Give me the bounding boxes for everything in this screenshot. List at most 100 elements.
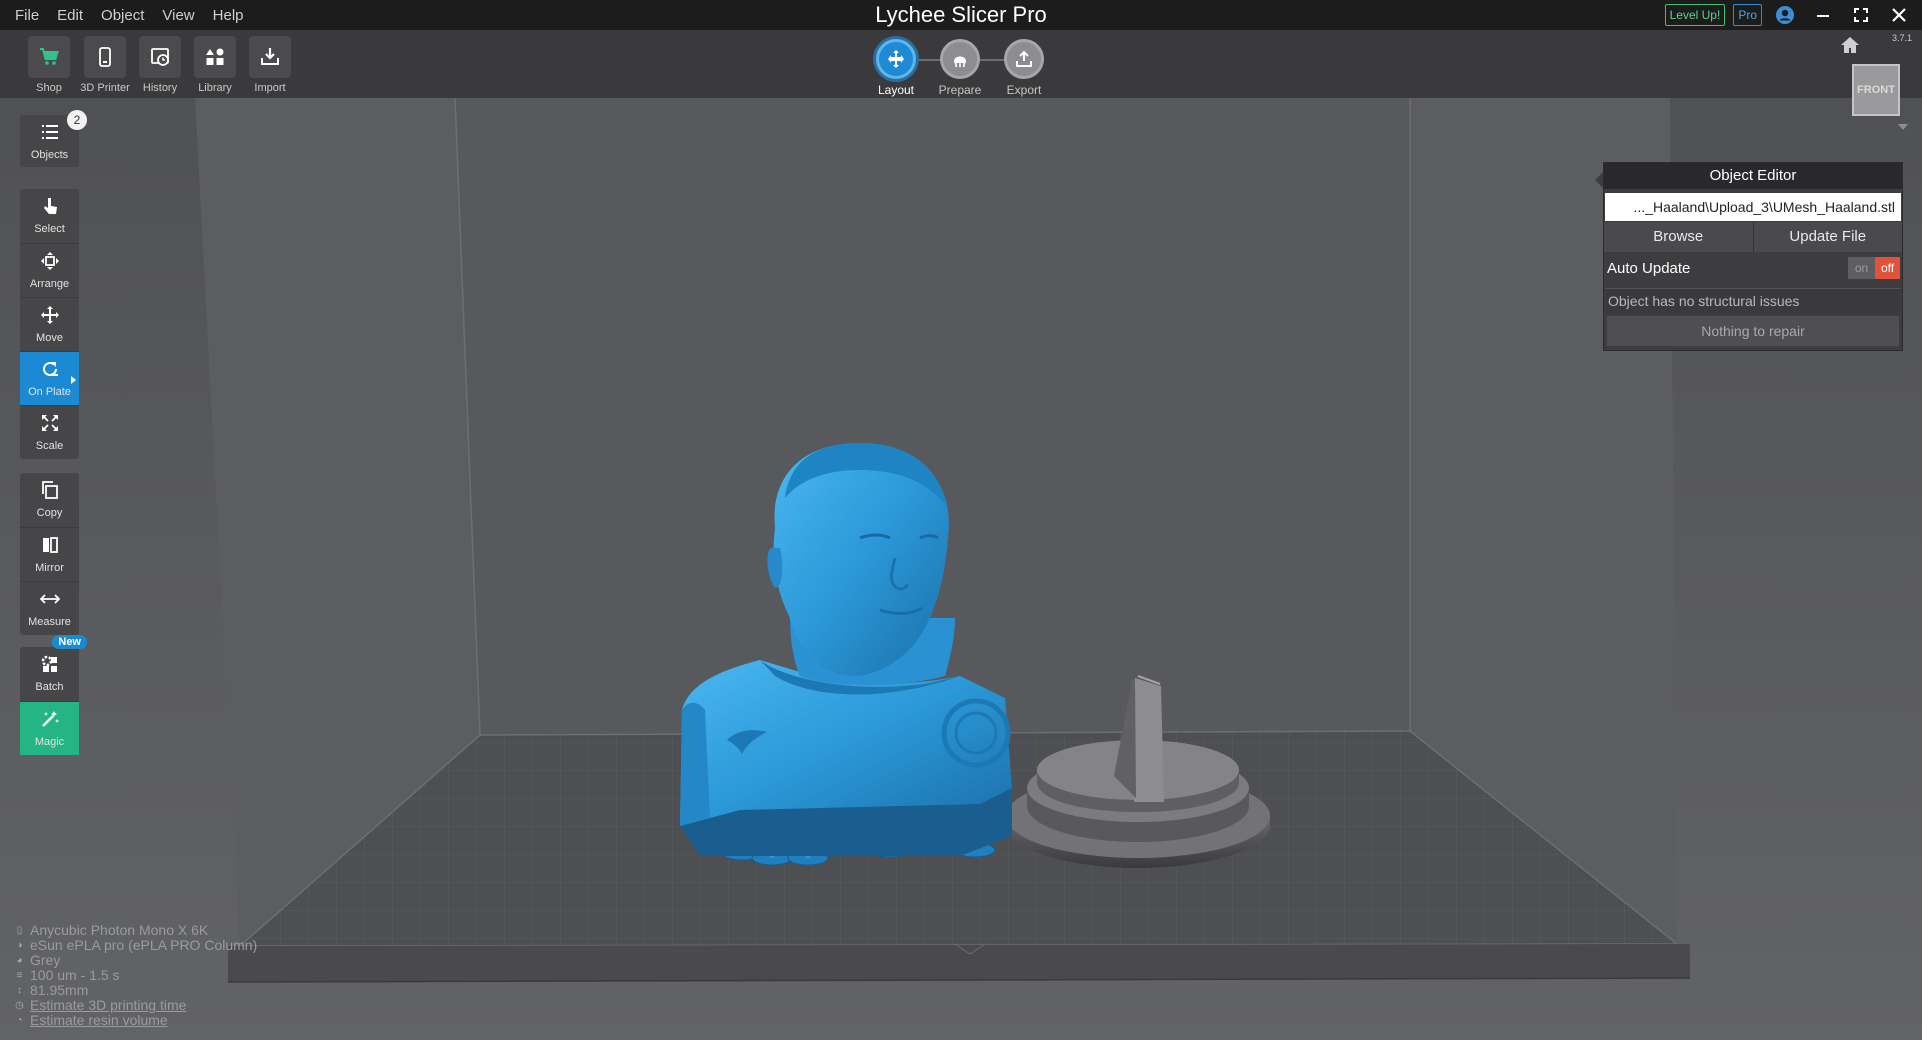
cart-icon	[28, 36, 70, 78]
maximize-icon[interactable]	[1846, 3, 1876, 27]
menu-file[interactable]: File	[6, 0, 48, 30]
shop-button[interactable]: Shop	[23, 36, 75, 94]
batch-tool[interactable]: Batch New	[20, 635, 87, 701]
copy-tool[interactable]: Copy	[20, 473, 79, 527]
editor-pointer	[1595, 172, 1603, 188]
select-tool[interactable]: Select	[20, 189, 79, 243]
magic-label: Magic	[34, 736, 65, 748]
step-prepare[interactable]: Prepare	[930, 36, 990, 97]
repair-button[interactable]: Nothing to repair	[1607, 316, 1899, 346]
browse-button[interactable]: Browse	[1604, 222, 1753, 252]
copy-label: Copy	[36, 507, 63, 519]
objects-count-badge: 2	[67, 110, 87, 130]
scale-tool[interactable]: Scale	[20, 405, 79, 459]
color-info-row: ◕ Grey	[13, 953, 257, 968]
objects-panel-group: Objects 2	[20, 110, 87, 167]
mirror-icon	[40, 537, 60, 559]
file-path-field[interactable]: ..._Haaland\Upload_3\UMesh_Haaland.stl	[1605, 193, 1901, 221]
auto-update-toggle[interactable]: on off	[1848, 257, 1900, 279]
move-tool[interactable]: Move	[20, 297, 79, 351]
import-button[interactable]: Import	[244, 36, 296, 94]
step-layout[interactable]: Layout	[866, 36, 926, 97]
history-label: History	[142, 82, 178, 94]
shop-label: Shop	[36, 82, 62, 94]
step-export[interactable]: Export	[994, 36, 1054, 97]
import-icon	[249, 36, 291, 78]
printer-button[interactable]: 3D Printer	[79, 36, 131, 94]
menu-bar: File Edit Object View Help	[6, 0, 253, 30]
update-file-button[interactable]: Update File	[1752, 222, 1902, 252]
objects-button[interactable]: Objects 2	[20, 110, 87, 167]
transform-tools-group: Select Arrange Move On Plate Scale	[20, 189, 79, 459]
view-cube[interactable]: FRONT	[1852, 64, 1900, 116]
history-button[interactable]: History	[134, 36, 186, 94]
object-editor-title: Object Editor	[1604, 163, 1902, 189]
title-bar: File Edit Object View Help Lychee Slicer…	[0, 0, 1922, 30]
select-label: Select	[34, 223, 65, 235]
printer-label: 3D Printer	[80, 82, 130, 94]
on-plate-tool[interactable]: On Plate	[20, 351, 79, 405]
layout-icon	[876, 39, 916, 79]
menu-help[interactable]: Help	[204, 0, 253, 30]
objects-label: Objects	[30, 149, 69, 161]
mirror-label: Mirror	[35, 562, 64, 574]
scale-icon	[40, 415, 60, 437]
on-plate-label: On Plate	[28, 386, 71, 398]
library-button[interactable]: Library	[189, 36, 241, 94]
layer-info-row: ≡ 100 um - 1.5 s	[13, 968, 257, 983]
estimate-time-row: ◷ Estimate 3D printing time	[13, 998, 257, 1013]
arrange-icon	[40, 252, 60, 275]
magic-tool[interactable]: Magic	[20, 701, 79, 755]
account-icon[interactable]	[1770, 3, 1800, 27]
palette-icon: ◕	[16, 955, 23, 966]
expand-caret-icon[interactable]	[71, 376, 76, 384]
workflow-steps: Layout Prepare Export	[870, 36, 1050, 98]
arrange-tool[interactable]: Arrange	[20, 243, 79, 297]
model-height: 81.95mm	[30, 982, 89, 998]
layers-icon: ≡	[16, 970, 23, 981]
auto-update-row: Auto Update on off	[1604, 252, 1902, 284]
estimate-volume-link[interactable]: Estimate resin volume	[30, 1013, 168, 1028]
measure-icon	[39, 594, 60, 613]
toggle-off-option[interactable]: off	[1875, 257, 1900, 279]
menu-object[interactable]: Object	[92, 0, 153, 30]
import-label: Import	[254, 82, 286, 94]
scale-label: Scale	[35, 440, 64, 452]
measure-tool[interactable]: Measure	[20, 581, 79, 635]
history-icon	[139, 36, 181, 78]
minimize-icon[interactable]	[1808, 3, 1838, 27]
estimate-time-link[interactable]: Estimate 3D printing time	[30, 998, 186, 1013]
resin-name: eSun ePLA pro (ePLA PRO Column)	[30, 937, 258, 953]
step-prepare-label: Prepare	[938, 83, 982, 97]
printer-small-icon: ▯	[16, 925, 23, 936]
menu-view[interactable]: View	[153, 0, 203, 30]
menu-edit[interactable]: Edit	[48, 0, 92, 30]
auto-update-label: Auto Update	[1607, 259, 1691, 277]
copy-icon	[40, 481, 60, 504]
measure-label: Measure	[28, 616, 71, 628]
view-cube-dropdown-icon[interactable]	[1898, 124, 1908, 130]
home-icon[interactable]	[1840, 36, 1860, 59]
level-up-button[interactable]: Level Up!	[1664, 4, 1726, 26]
print-info: ▯ Anycubic Photon Mono X 6K ◑ eSun ePLA pr…	[13, 923, 257, 1028]
library-label: Library	[198, 82, 232, 94]
rotate-icon	[40, 361, 60, 383]
batch-icon	[40, 655, 60, 678]
new-badge: New	[52, 635, 87, 649]
resin-color: Grey	[30, 952, 61, 968]
resin-icon: ◑	[16, 940, 23, 951]
pro-badge[interactable]: Pro	[1733, 4, 1762, 26]
batch-label: Batch	[35, 681, 64, 693]
move-label: Move	[36, 332, 63, 344]
mirror-tool[interactable]: Mirror	[20, 527, 79, 581]
height-info-row: ↕ 81.95mm	[13, 983, 257, 998]
library-icon	[194, 36, 236, 78]
toggle-on-option[interactable]: on	[1848, 257, 1875, 279]
close-icon[interactable]	[1884, 3, 1914, 27]
step-export-label: Export	[1006, 83, 1042, 97]
view-cube-face-label: FRONT	[1857, 84, 1895, 96]
clock-icon: ◷	[15, 1000, 24, 1011]
structure-status: Object has no structural issues	[1605, 288, 1901, 314]
batch-tools-group: Batch New Magic	[20, 635, 87, 755]
printer-info-row: ▯ Anycubic Photon Mono X 6K	[13, 923, 257, 938]
